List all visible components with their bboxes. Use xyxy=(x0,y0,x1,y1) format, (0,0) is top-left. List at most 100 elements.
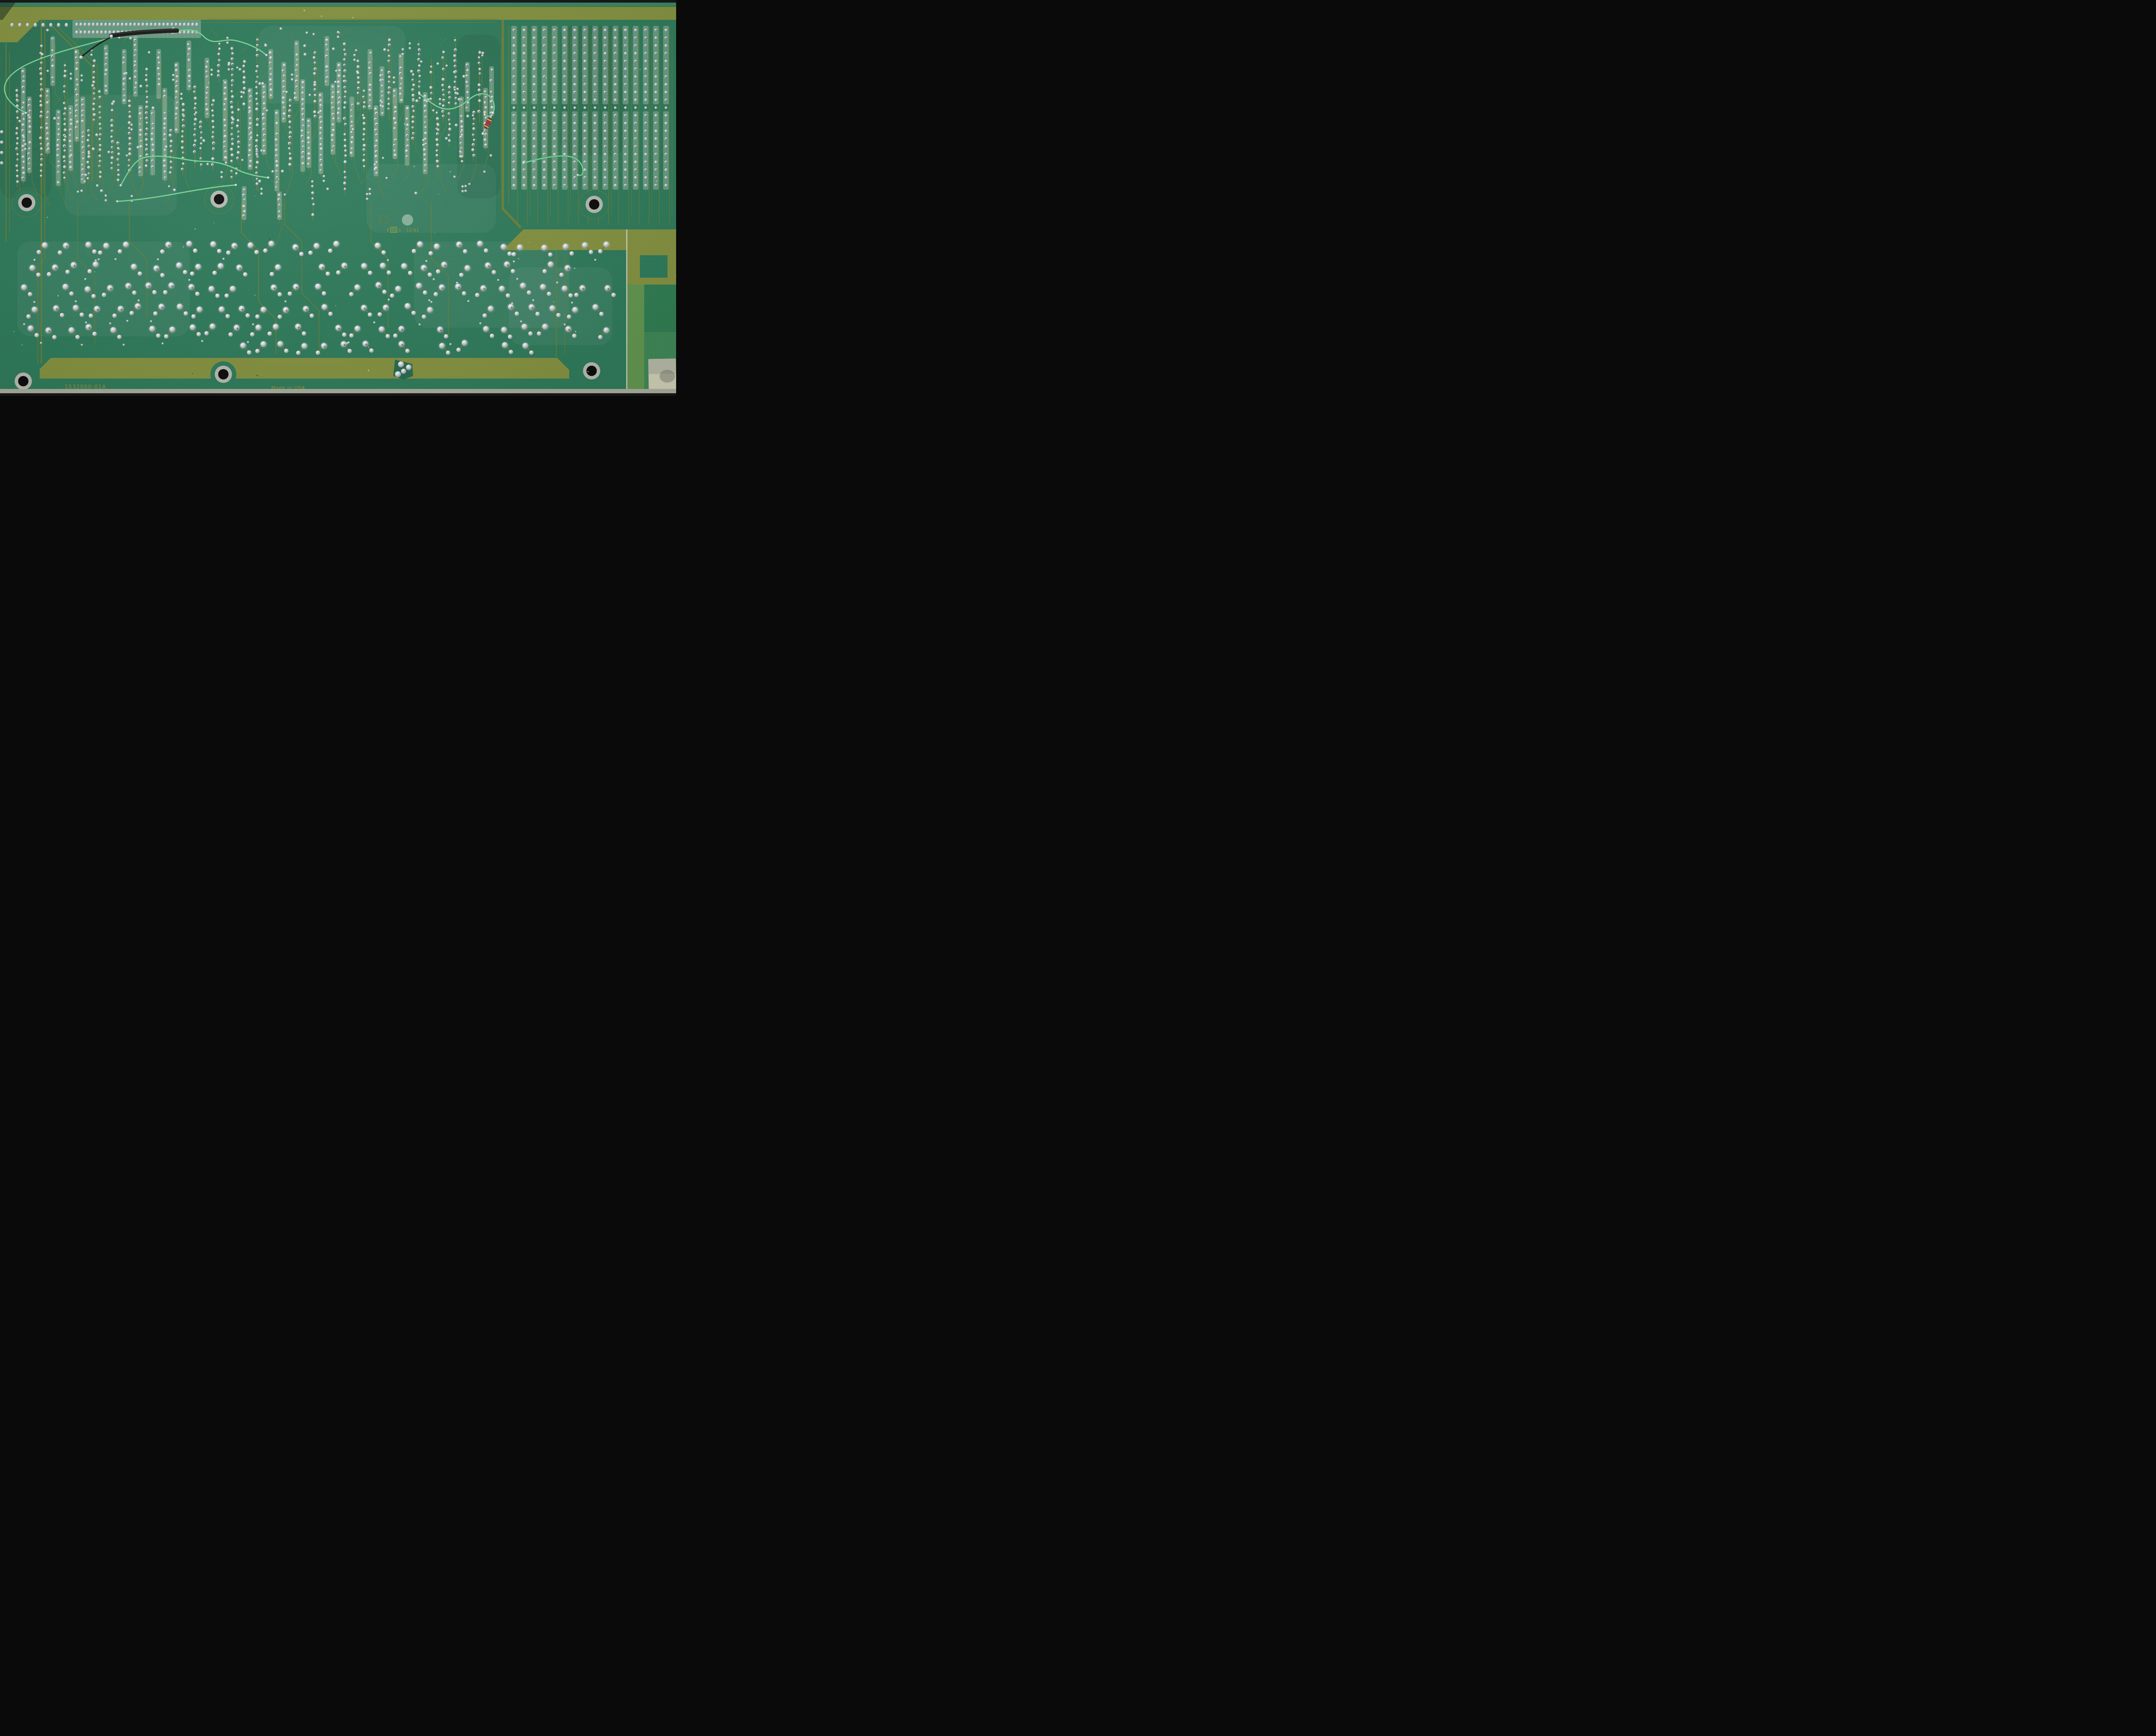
flux-dot xyxy=(56,308,58,310)
solder-pad xyxy=(533,107,536,109)
flux-dot xyxy=(605,69,606,70)
solder-pad xyxy=(307,152,310,155)
connector-pad xyxy=(183,22,186,26)
solder-pad xyxy=(664,83,667,86)
solder-pad xyxy=(424,158,426,161)
solder-pad xyxy=(170,140,173,143)
solder-pad xyxy=(325,38,328,41)
solder-pad xyxy=(471,148,474,151)
solder-pad xyxy=(654,137,657,140)
solder-pad xyxy=(294,97,296,99)
keyswitch-pad xyxy=(502,342,508,348)
flux-dot xyxy=(455,77,456,78)
solder-pad xyxy=(624,129,627,132)
keyswitch-pad xyxy=(123,241,129,248)
via-pad xyxy=(252,323,254,326)
solder-pad xyxy=(283,64,286,67)
solder-pad xyxy=(232,118,235,121)
connector-pad xyxy=(65,23,68,27)
solder-pad xyxy=(70,77,72,80)
solder-pad xyxy=(258,180,261,183)
solder-pad xyxy=(175,113,178,115)
connector-pad xyxy=(175,22,178,26)
wire-solder-joint xyxy=(235,184,237,186)
solder-pad xyxy=(296,64,298,66)
etch-marking-suffix: 1 xyxy=(398,228,401,233)
flux-dot xyxy=(194,114,195,115)
keyswitch-pad xyxy=(488,306,494,312)
flux-dot xyxy=(473,124,474,125)
solder-pad xyxy=(263,102,266,105)
flux-dot xyxy=(302,157,303,158)
solder-pad xyxy=(583,67,586,70)
flux-dot xyxy=(615,115,616,116)
flux-dot xyxy=(194,151,195,153)
solder-pad xyxy=(422,144,425,146)
flux-dot xyxy=(395,140,396,141)
keyswitch-pad xyxy=(302,331,306,335)
flux-dot xyxy=(23,81,25,82)
solder-pad xyxy=(320,99,322,102)
flux-dot xyxy=(418,44,419,45)
keyswitch-pad xyxy=(269,241,275,247)
solder-pad xyxy=(445,65,448,67)
solder-pad xyxy=(306,31,308,34)
flux-dot xyxy=(459,244,461,246)
flux-dot xyxy=(83,147,84,149)
solder-pad xyxy=(63,102,66,104)
solder-pad xyxy=(248,165,251,168)
flux-dot xyxy=(274,288,276,289)
solder-pad xyxy=(188,80,191,82)
solder-pad xyxy=(604,83,607,86)
solder-pad xyxy=(128,115,132,118)
solder-pad xyxy=(99,148,102,151)
via-pad xyxy=(84,278,86,280)
keyswitch-pad xyxy=(542,245,548,251)
solder-pad xyxy=(231,154,234,157)
flux-dot xyxy=(171,285,173,287)
solder-pad xyxy=(523,176,526,179)
solder-pad xyxy=(194,118,197,121)
solder-pad xyxy=(583,60,586,63)
dust-speck xyxy=(98,153,99,154)
solder-pad xyxy=(40,175,42,177)
solder-pad xyxy=(394,122,397,125)
dust-speck xyxy=(269,238,270,240)
flux-dot xyxy=(645,38,646,39)
keyswitch-pad xyxy=(255,349,260,353)
connector-pad xyxy=(162,22,165,26)
keyswitch-pad xyxy=(398,326,404,332)
solder-pad xyxy=(264,44,267,47)
solder-pad xyxy=(96,184,99,187)
flux-dot xyxy=(412,80,413,81)
keyswitch-pad xyxy=(368,313,372,317)
via-pad xyxy=(122,344,125,346)
flux-dot xyxy=(238,136,239,137)
flux-dot xyxy=(76,57,77,59)
via-pad xyxy=(188,279,191,281)
solder-pad xyxy=(105,53,108,56)
flux-dot xyxy=(320,117,322,119)
keyswitch-pad xyxy=(398,361,404,367)
via-pad xyxy=(513,260,515,263)
solder-pad xyxy=(563,145,566,148)
solder-pad xyxy=(512,168,515,171)
flux-dot xyxy=(232,59,233,60)
keyswitch-pad xyxy=(229,332,233,337)
keyswitch-pad xyxy=(504,261,510,267)
solder-pad xyxy=(230,47,233,50)
solder-pad xyxy=(664,145,667,148)
flux-dot xyxy=(117,159,118,160)
solder-pad xyxy=(351,128,354,131)
mounting-hole xyxy=(22,197,32,208)
flux-dot xyxy=(225,131,226,132)
keyswitch-pad xyxy=(234,325,240,331)
solder-pad xyxy=(460,125,463,128)
flux-dot xyxy=(194,145,195,146)
dust-speck xyxy=(213,222,214,223)
solder-pad xyxy=(344,154,347,157)
solder-pad xyxy=(151,132,154,135)
solder-pad xyxy=(212,114,214,117)
flux-dot xyxy=(467,86,468,87)
flux-dot xyxy=(514,138,515,140)
